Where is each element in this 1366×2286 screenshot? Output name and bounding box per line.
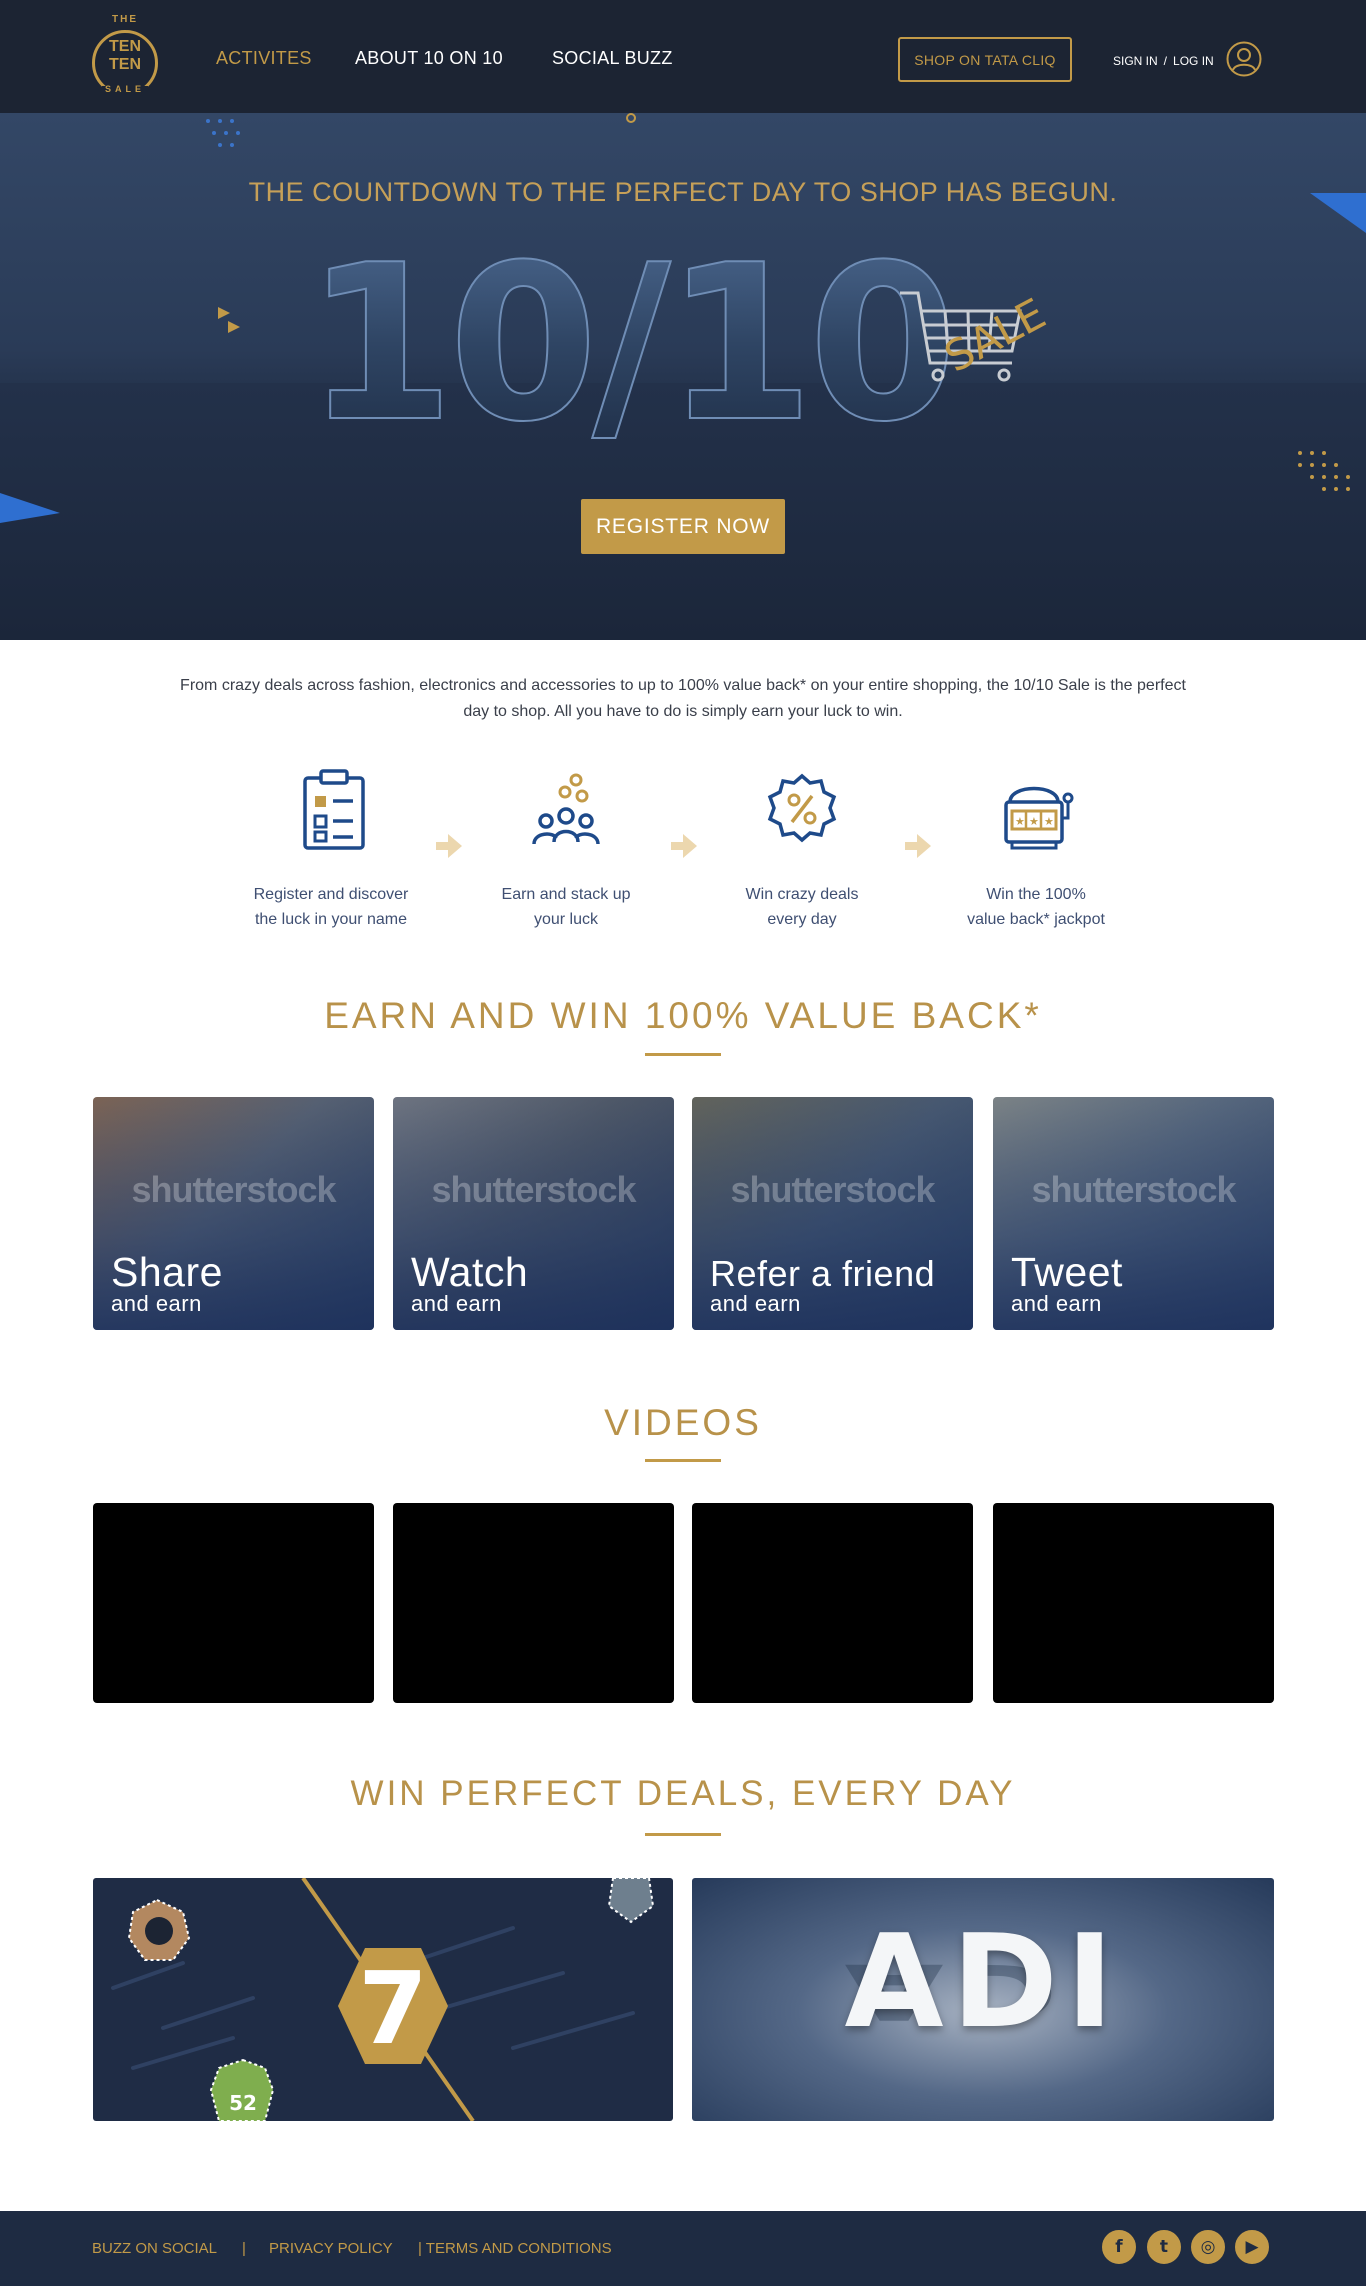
card-watermark: shutterstock	[1031, 1169, 1236, 1210]
blue-dots-decoration	[206, 119, 240, 147]
logo-ten-2: TEN	[109, 56, 141, 73]
video-player[interactable]	[692, 1503, 973, 1703]
earn-card-subtitle: and earn	[710, 1291, 801, 1316]
nav-social-buzz[interactable]: SOCIAL BUZZ	[552, 48, 673, 69]
earn-card-subtitle: and earn	[411, 1291, 502, 1316]
auth-separator: /	[1163, 54, 1168, 68]
buzz-on-social-link[interactable]: BUZZ ON SOCIAL	[92, 2240, 217, 2257]
logo-ten-1: TEN	[109, 38, 141, 55]
register-now-button[interactable]: REGISTER NOW	[581, 499, 785, 554]
auth-links: SIGN IN / LOG IN	[1113, 54, 1214, 68]
earn-card-subtitle: and earn	[1011, 1291, 1102, 1316]
arrow-right-icon	[671, 834, 697, 858]
videos-section-title: VIDEOS	[604, 1402, 762, 1443]
svg-text:★: ★	[1044, 815, 1054, 828]
step-earn-label: Earn and stack up your luck	[466, 882, 666, 932]
hero-tagline: THE COUNTDOWN TO THE PERFECT DAY TO SHOP…	[248, 177, 1118, 207]
gold-dots-decoration	[1298, 451, 1350, 491]
twitter-icon[interactable]: t	[1147, 2230, 1181, 2264]
deal-brand-banner[interactable]: ADI ADI	[692, 1878, 1274, 2121]
earn-card-title: Watch	[411, 1249, 529, 1295]
hero-10-10-title: 10/10 SALE	[304, 217, 1054, 443]
hero-sale-badge: SALE	[937, 289, 1054, 382]
facebook-icon[interactable]: f	[1102, 2230, 1136, 2264]
card-watermark: shutterstock	[431, 1169, 636, 1210]
deal-countdown-graphic: 7 52	[111, 1878, 655, 2121]
step-jackpot-line-2: value back* jackpot	[967, 911, 1105, 928]
step-register: Register and discover the luck in your n…	[231, 766, 431, 928]
jersey-product-icon: 52	[209, 2058, 275, 2121]
video-player[interactable]	[993, 1503, 1274, 1703]
percent-badge-icon	[767, 773, 837, 843]
guitar-product-icon	[607, 1878, 655, 1924]
hero-title-text: 10/10	[305, 218, 952, 443]
privacy-policy-link[interactable]: PRIVACY POLICY	[269, 2240, 393, 2257]
nav-activities[interactable]: ACTIVITES	[216, 48, 312, 69]
instagram-icon[interactable]: ◎	[1191, 2230, 1225, 2264]
earn-section-title: EARN AND WIN 100% VALUE BACK*	[324, 995, 1042, 1036]
watch-product-icon	[127, 1898, 191, 1961]
logo-the: THE	[112, 14, 138, 25]
video-player[interactable]	[93, 1503, 374, 1703]
step-earn: Earn and stack up your luck	[466, 766, 666, 928]
earn-card-title: Share	[111, 1249, 223, 1295]
earn-card-watch[interactable]: shutterstock Watch and earn	[393, 1097, 674, 1330]
arrow-right-icon	[905, 834, 931, 858]
earn-card-share[interactable]: shutterstock Share and earn	[93, 1097, 374, 1330]
youtube-icon[interactable]: ▶	[1235, 2230, 1269, 2264]
card-watermark: shutterstock	[131, 1169, 336, 1210]
earn-card-title: Refer a friend	[710, 1253, 936, 1294]
step-jackpot: ★ ★ ★ Win the 100% value back* jackpot	[936, 766, 1136, 928]
step-deals-label: Win crazy deals every day	[702, 882, 902, 932]
deal-countdown-banner[interactable]: 7 52	[93, 1878, 673, 2121]
earn-card-subtitle: and earn	[111, 1291, 202, 1316]
ten-ten-sale-logo[interactable]: THE TEN TEN SALE	[92, 14, 160, 100]
step-deals: Win crazy deals every day	[702, 766, 902, 928]
intro-text: From crazy deals across fashion, electro…	[180, 677, 1186, 720]
video-player[interactable]	[393, 1503, 674, 1703]
logo-sale: SALE	[104, 84, 145, 94]
step-jackpot-label: Win the 100% value back* jackpot	[936, 882, 1136, 932]
videos-title-underline	[645, 1459, 721, 1462]
card-watermark: shutterstock	[730, 1169, 935, 1210]
site-footer: BUZZ ON SOCIAL | PRIVACY POLICY | TERMS …	[0, 2211, 1366, 2286]
deal-countdown-number: 7	[358, 1950, 428, 2067]
step-earn-line-2: your luck	[533, 911, 599, 928]
step-earn-line-1: Earn and stack up	[501, 886, 631, 903]
svg-text:★: ★	[1029, 815, 1039, 828]
blue-triangle-decoration	[0, 493, 60, 523]
people-group-icon	[532, 773, 600, 845]
sign-in-link[interactable]: SIGN IN	[1113, 54, 1158, 68]
earn-card-refer[interactable]: shutterstock Refer a friend and earn	[692, 1097, 973, 1330]
earn-card-title: Tweet	[1011, 1249, 1123, 1295]
step-deals-line-1: Win crazy deals	[745, 886, 859, 903]
step-deals-line-2: every day	[767, 911, 837, 928]
terms-and-conditions-link[interactable]: | TERMS AND CONDITIONS	[418, 2240, 612, 2257]
arrow-right-icon	[436, 834, 462, 858]
gold-arrows-decoration	[218, 307, 240, 333]
shop-on-tata-cliq-button[interactable]: SHOP ON TATA CLIQ	[898, 37, 1072, 82]
step-register-line-2: the luck in your name	[254, 911, 408, 928]
jersey-number: 52	[229, 2091, 257, 2115]
hero-banner: THE COUNTDOWN TO THE PERFECT DAY TO SHOP…	[0, 113, 1366, 640]
deals-title-underline	[645, 1833, 721, 1836]
earn-title-underline	[645, 1053, 721, 1056]
step-register-label: Register and discover the luck in your n…	[231, 882, 431, 932]
nav-about-10-on-10[interactable]: ABOUT 10 ON 10	[355, 48, 503, 69]
gold-ring-decoration	[626, 113, 636, 123]
deals-section-title: WIN PERFECT DEALS, EVERY DAY	[350, 1774, 1016, 1813]
brand-text: ADI	[844, 1908, 1122, 2057]
user-circle-icon[interactable]	[1226, 41, 1262, 77]
step-jackpot-line-1: Win the 100%	[986, 886, 1086, 903]
step-register-line-1: Register and discover	[253, 886, 409, 903]
earn-card-tweet[interactable]: shutterstock Tweet and earn	[993, 1097, 1274, 1330]
slot-machine-icon: ★ ★ ★	[1004, 786, 1074, 850]
log-in-link[interactable]: LOG IN	[1173, 54, 1214, 68]
footer-separator: |	[242, 2240, 246, 2257]
svg-text:★: ★	[1015, 815, 1025, 828]
site-header: THE TEN TEN SALE ACTIVITES ABOUT 10 ON 1…	[0, 0, 1366, 113]
clipboard-checklist-icon	[303, 769, 365, 850]
